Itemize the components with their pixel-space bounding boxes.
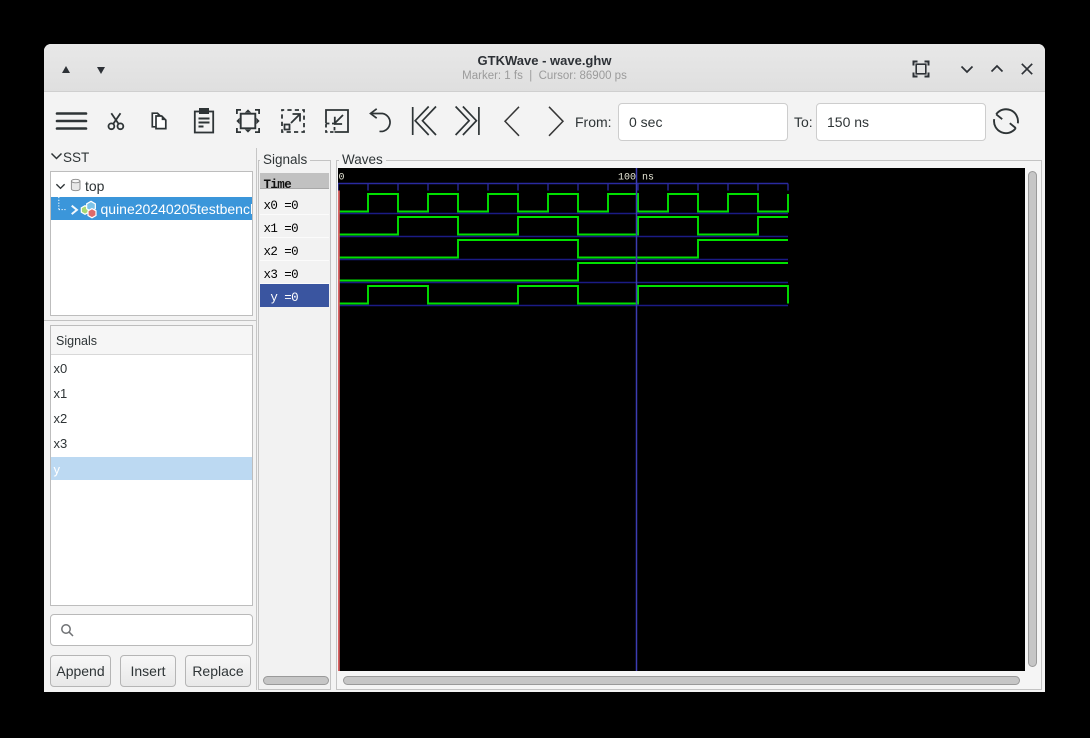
svg-text:0: 0	[339, 173, 345, 184]
